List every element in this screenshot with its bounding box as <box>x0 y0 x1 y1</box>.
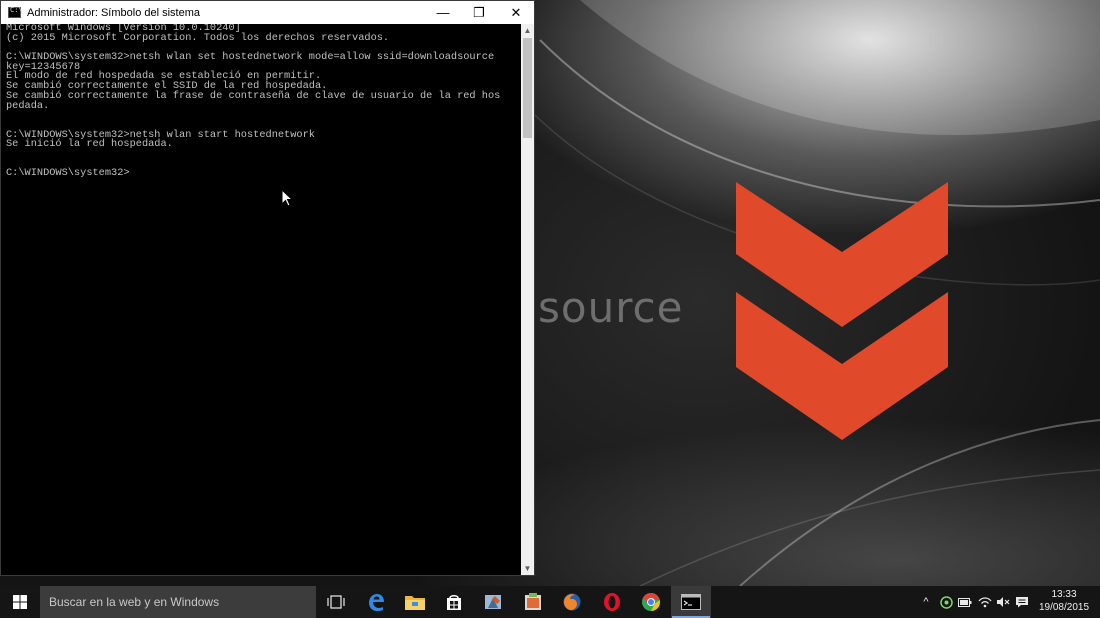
notification-icon <box>1016 597 1028 608</box>
battery-button[interactable] <box>956 586 974 618</box>
minimize-button[interactable]: — <box>425 1 461 24</box>
taskbar-store-button[interactable] <box>434 586 474 618</box>
wifi-icon <box>978 597 992 608</box>
show-hidden-icons-button[interactable]: ^ <box>917 586 935 618</box>
store-icon <box>447 595 461 610</box>
vertical-scrollbar[interactable]: ▲ ▼ <box>521 24 534 575</box>
console-line: (c) 2015 Microsoft Corporation. Todos lo… <box>6 31 390 44</box>
scroll-up-arrow-icon[interactable]: ▲ <box>521 24 534 37</box>
taskbar-paint-button[interactable] <box>473 586 513 618</box>
battery-icon <box>958 597 972 607</box>
console-line: C:\WINDOWS\system32> <box>6 167 130 180</box>
tray-app-icon <box>939 595 953 609</box>
close-button[interactable]: ✕ <box>498 1 534 24</box>
chrome-icon <box>642 592 661 612</box>
action-center-button[interactable] <box>1013 586 1031 618</box>
network-button[interactable] <box>976 586 994 618</box>
window-titlebar[interactable]: C:\ Administrador: Símbolo del sistema —… <box>1 1 534 24</box>
clock-time: 13:33 <box>1051 589 1077 600</box>
chevron-up-icon: ^ <box>923 596 929 608</box>
console-lines: Microsoft Windows [Versión 10.0.10240] (c… <box>6 24 521 179</box>
firefox-icon <box>563 593 581 611</box>
taskbar-chrome-button[interactable] <box>631 586 671 618</box>
volume-muted-icon <box>997 597 1010 607</box>
taskbar-firefox-button[interactable] <box>552 586 592 618</box>
taskbar-clock[interactable]: 13:33 19/08/2015 <box>1033 588 1095 614</box>
edge-icon <box>369 594 384 611</box>
task-view-icon <box>327 595 345 609</box>
taskbar-app-button[interactable] <box>513 586 553 618</box>
brand-text: source <box>538 283 684 332</box>
console-line: pedada. <box>6 99 50 112</box>
volume-button[interactable] <box>994 586 1012 618</box>
paint-icon <box>485 595 501 609</box>
maximize-button[interactable]: ❐ <box>461 1 497 24</box>
downloadsource-logo <box>736 182 948 440</box>
search-input[interactable]: Buscar en la web y en Windows <box>40 586 316 618</box>
tray-app-button[interactable] <box>937 586 955 618</box>
taskbar-edge-button[interactable] <box>356 586 396 618</box>
console-line: C:\WINDOWS\system32>netsh wlan set hoste… <box>6 51 495 64</box>
file-explorer-icon <box>405 596 425 610</box>
app-icon <box>525 593 541 610</box>
cmd-window-icon[interactable]: C:\ <box>8 6 23 18</box>
cmd-icon <box>681 594 701 610</box>
taskbar: Buscar en la web y en Windows ^ 13:33 19… <box>0 586 1100 618</box>
scroll-down-arrow-icon[interactable]: ▼ <box>521 562 534 575</box>
clock-date: 19/08/2015 <box>1038 602 1090 613</box>
opera-icon <box>604 593 620 611</box>
command-prompt-window[interactable]: C:\ Administrador: Símbolo del sistema —… <box>0 0 535 576</box>
taskbar-opera-button[interactable] <box>592 586 632 618</box>
start-button[interactable] <box>0 586 40 618</box>
mouse-pointer-icon <box>281 189 293 207</box>
console-line: Se inició la red hospedada. <box>6 138 173 151</box>
taskbar-cmd-button[interactable] <box>671 586 711 618</box>
scroll-thumb[interactable] <box>523 38 532 138</box>
task-view-button[interactable] <box>316 586 356 618</box>
taskbar-explorer-button[interactable] <box>395 586 435 618</box>
windows-logo-icon <box>13 595 27 609</box>
window-title: Administrador: Símbolo del sistema <box>27 6 201 19</box>
search-placeholder: Buscar en la web y en Windows <box>49 595 220 609</box>
console-output[interactable]: Microsoft Windows [Versión 10.0.10240] (c… <box>6 24 521 574</box>
console-line: Se cambió correctamente la frase de cont… <box>6 89 501 102</box>
